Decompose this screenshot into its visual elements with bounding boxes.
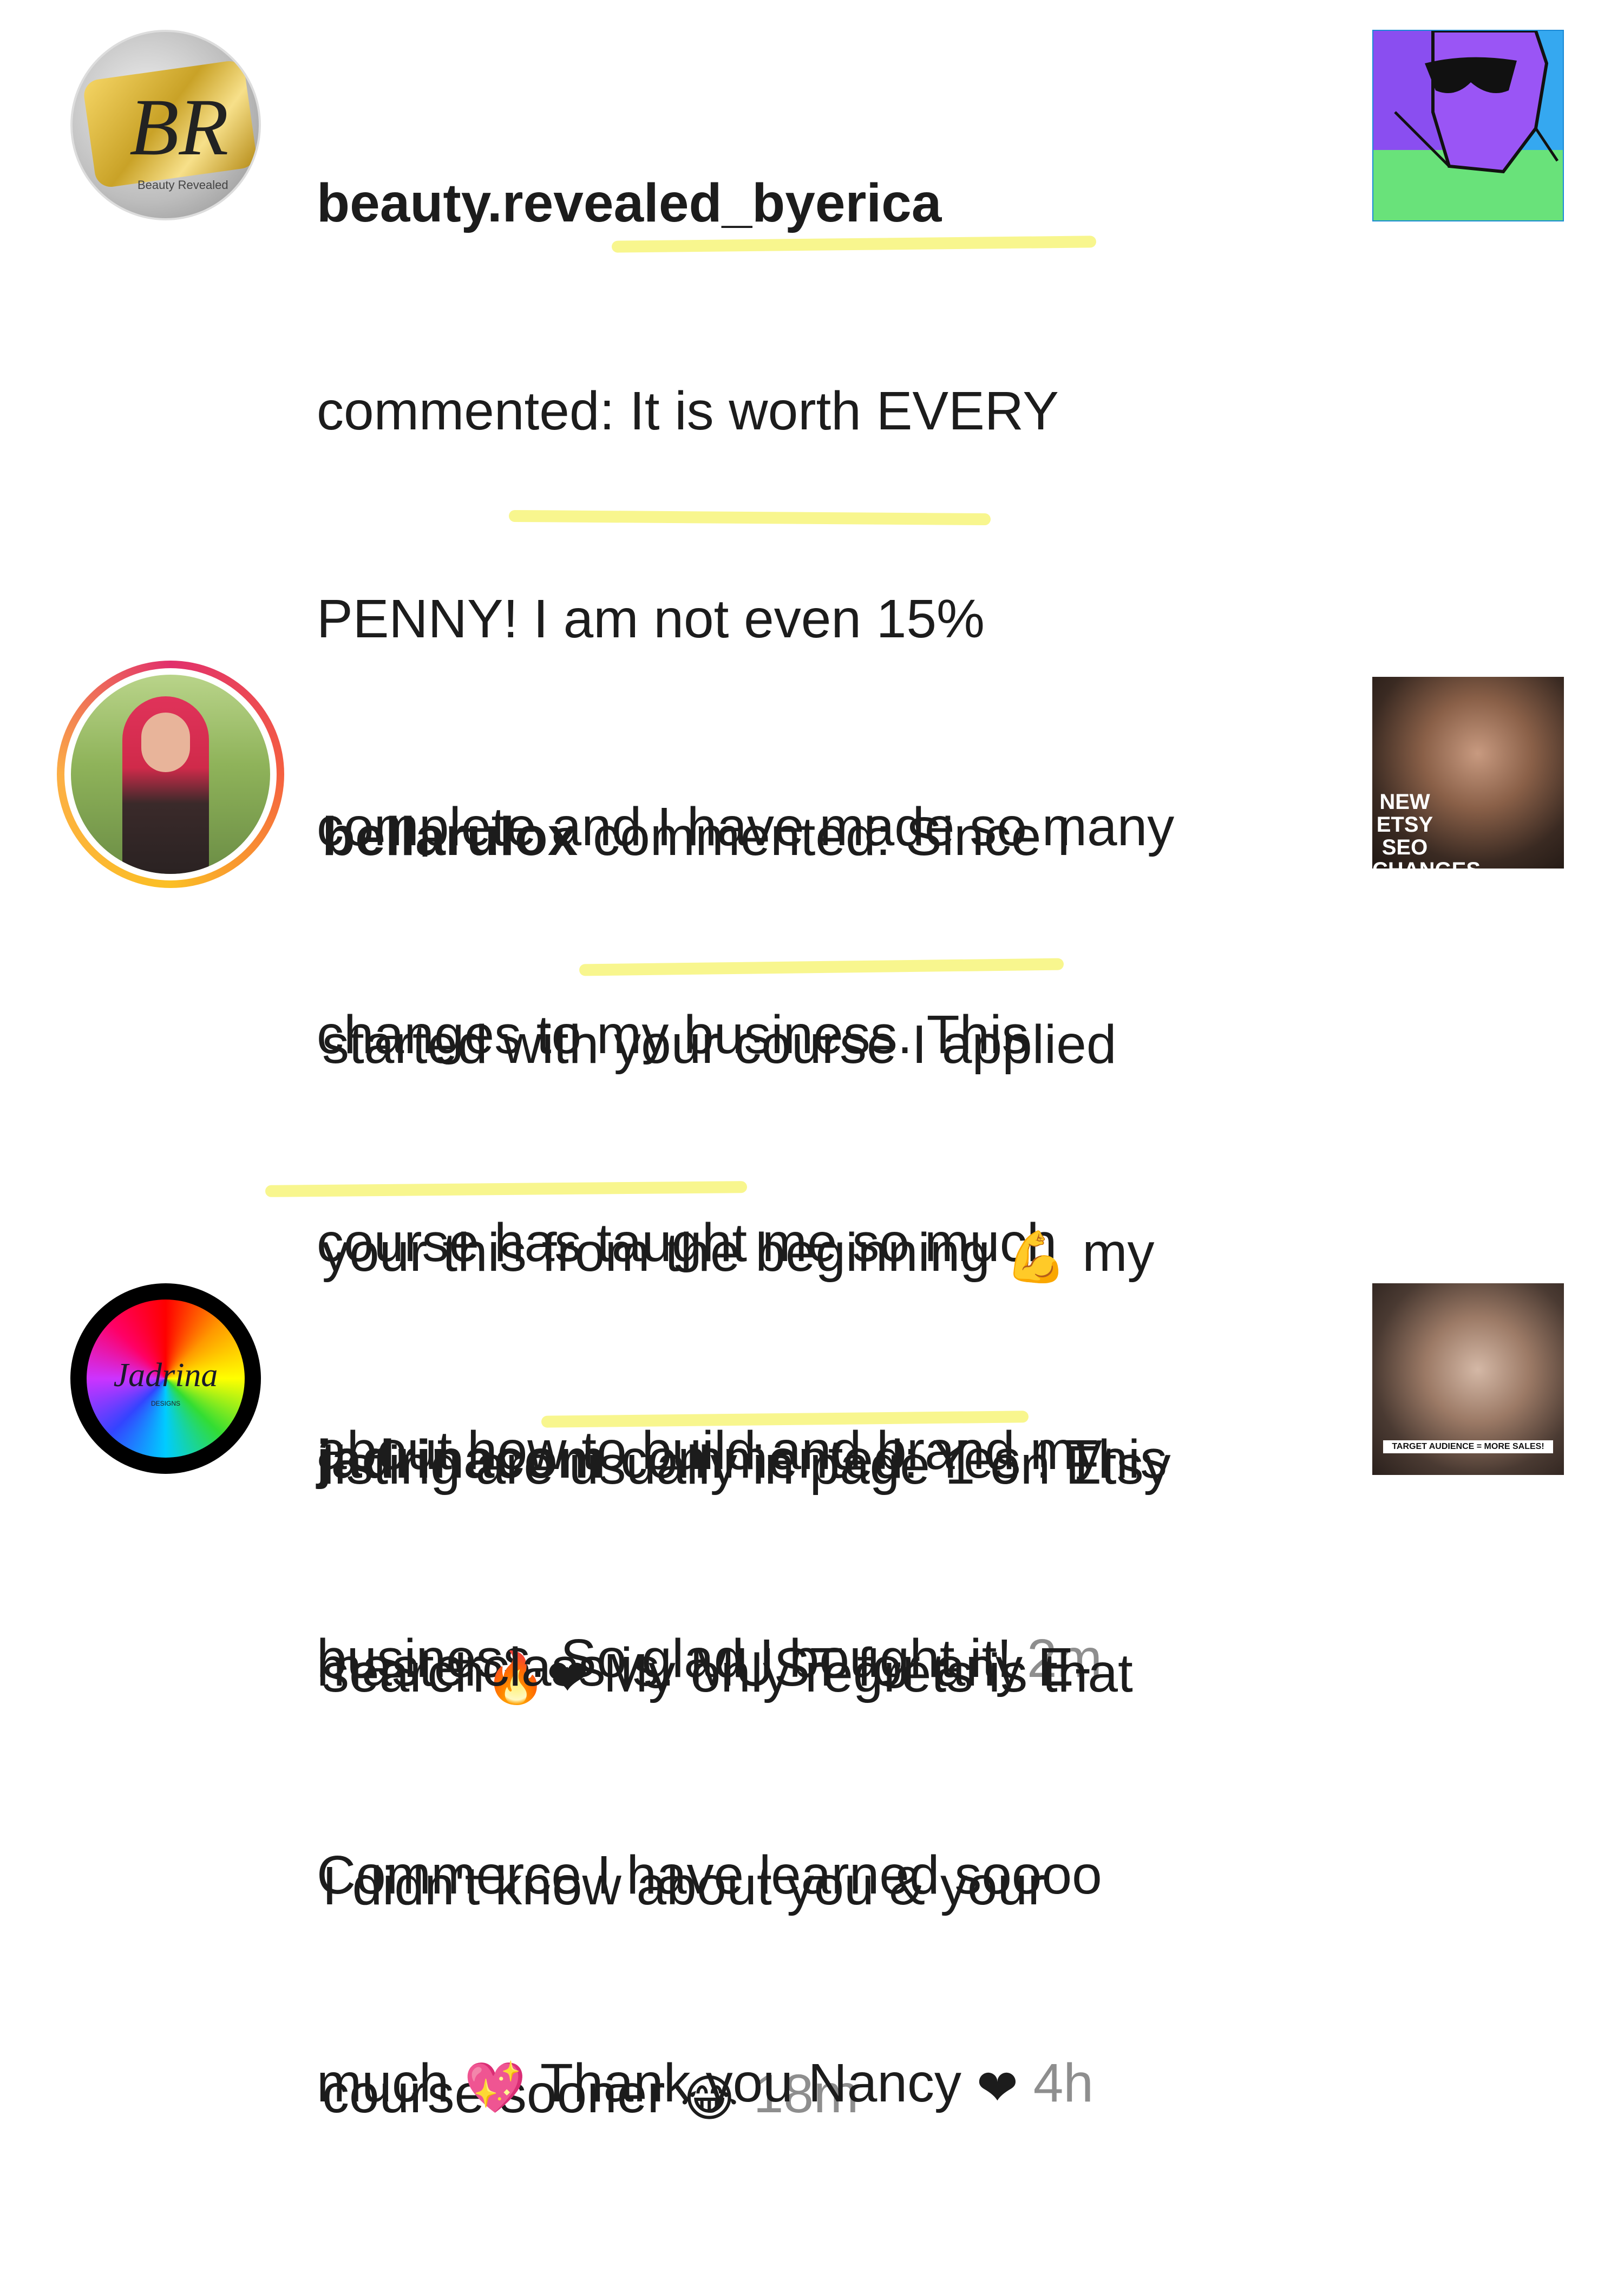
sunglasses-figure-icon [1373, 31, 1563, 220]
comment-line: Thank you Nancy [526, 2053, 962, 2113]
avatar-initials: BR [129, 82, 229, 172]
username[interactable]: beauty.revealed_byerica [317, 173, 941, 233]
avatar[interactable]: Jadrina DESIGNS [70, 1283, 261, 1474]
comment-line: started with your course I applied [322, 1014, 1117, 1075]
red-heart-icon: ❤ [976, 2060, 1018, 2116]
thumb-caption: TARGET AUDIENCE = MORE SALES! [1383, 1440, 1553, 1453]
comment-line: commented: Yes ! This [605, 1429, 1168, 1490]
post-thumbnail[interactable]: TARGET AUDIENCE = MORE SALES! [1372, 1283, 1564, 1475]
avatar-sub: DESIGNS [150, 1400, 180, 1407]
notification-item[interactable]: Jadrina DESIGNS jadrinacom commented: Ye… [0, 1245, 1624, 2116]
comment-line: commented: It is worth EVERY [317, 381, 1059, 441]
timestamp: 4h [1033, 2053, 1093, 2113]
sparkling-heart-icon: 💖 [464, 2060, 526, 2116]
comment-line: masterclass is. MUST for any E- [317, 1637, 1092, 1698]
notification-item[interactable]: bellarulox commented: Since I started wi… [0, 623, 1624, 2126]
comment-line: much [317, 2053, 449, 2113]
comment-line: commented: Since I [578, 806, 1071, 867]
notification-item[interactable]: BR Beauty Revealed beauty.revealed_byeri… [0, 0, 1624, 1689]
username[interactable]: jadrinacom [317, 1429, 606, 1490]
avatar [71, 675, 270, 874]
thumb-caption: NEW ETSY SEO CHANGES [1372, 790, 1481, 869]
avatar[interactable]: BR Beauty Revealed [70, 30, 261, 220]
comment-text: jadrinacom commented: Yes ! This masterc… [317, 1286, 1372, 2261]
avatar-caption: Beauty Revealed [137, 178, 228, 192]
post-thumbnail[interactable]: NEW ETSY SEO CHANGES [1372, 677, 1564, 869]
comment-line: Commerce I have learned soooo [317, 1845, 1102, 1905]
post-thumbnail[interactable] [1372, 30, 1564, 221]
avatar-story-ring[interactable] [57, 661, 284, 888]
username[interactable]: bellarulox [322, 806, 578, 867]
avatar-logo: Jadrina [113, 1357, 218, 1394]
